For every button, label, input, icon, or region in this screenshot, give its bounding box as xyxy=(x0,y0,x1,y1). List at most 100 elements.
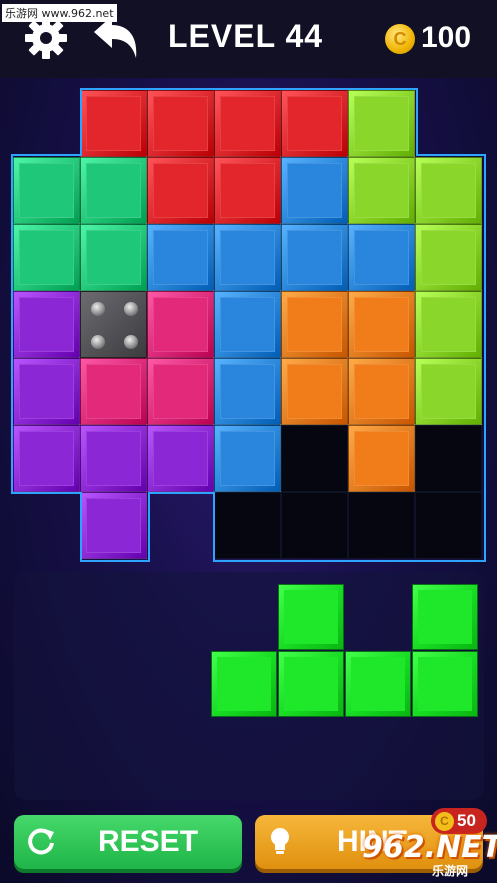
block-face xyxy=(220,431,275,486)
block-face xyxy=(19,364,74,419)
fixed-stud-block xyxy=(80,291,147,358)
block-cell[interactable] xyxy=(147,224,214,291)
board-outline xyxy=(484,154,486,562)
block-cell[interactable] xyxy=(80,224,147,291)
block-cell[interactable] xyxy=(415,291,482,358)
piece-block[interactable] xyxy=(345,651,411,717)
block-face xyxy=(19,297,74,352)
refresh-icon xyxy=(28,828,54,855)
piece-face xyxy=(351,657,405,711)
reset-button[interactable]: RESET xyxy=(14,815,242,869)
block-cell[interactable] xyxy=(348,90,415,157)
piece-block[interactable] xyxy=(278,584,344,650)
block-face xyxy=(220,163,275,218)
block-cell[interactable] xyxy=(214,157,281,224)
piece-block[interactable] xyxy=(211,651,277,717)
block-cell[interactable] xyxy=(281,157,348,224)
block-cell[interactable] xyxy=(80,425,147,492)
hint-cost: 50 xyxy=(457,811,476,830)
block-cell[interactable] xyxy=(415,157,482,224)
watermark-site: 乐游网 www.962.net xyxy=(2,4,117,22)
block-face xyxy=(153,297,208,352)
board-outline xyxy=(11,154,81,156)
block-cell[interactable] xyxy=(80,157,147,224)
board-outline xyxy=(416,88,418,155)
block-face xyxy=(86,498,141,553)
block-cell[interactable] xyxy=(13,224,80,291)
block-cell[interactable] xyxy=(415,224,482,291)
piece-block[interactable] xyxy=(412,651,478,717)
block-cell[interactable] xyxy=(281,291,348,358)
block-face xyxy=(86,364,141,419)
empty-slot[interactable] xyxy=(281,425,348,492)
block-cell[interactable] xyxy=(13,291,80,358)
block-cell[interactable] xyxy=(281,358,348,425)
block-face xyxy=(287,297,342,352)
block-cell[interactable] xyxy=(147,291,214,358)
block-face xyxy=(354,297,409,352)
block-cell[interactable] xyxy=(147,358,214,425)
block-cell[interactable] xyxy=(147,90,214,157)
block-face xyxy=(153,230,208,285)
block-cell[interactable] xyxy=(214,224,281,291)
block-cell[interactable] xyxy=(80,358,147,425)
board-outline xyxy=(148,492,150,562)
block-face xyxy=(287,96,342,151)
block-cell[interactable] xyxy=(214,291,281,358)
empty-slot[interactable] xyxy=(415,492,482,559)
block-cell[interactable] xyxy=(348,291,415,358)
block-face xyxy=(220,364,275,419)
empty-slot[interactable] xyxy=(281,492,348,559)
block-face xyxy=(19,163,74,218)
block-face xyxy=(220,96,275,151)
block-cell[interactable] xyxy=(13,425,80,492)
block-cell[interactable] xyxy=(281,90,348,157)
block-cell[interactable] xyxy=(13,358,80,425)
watermark-logo: 962.NET xyxy=(362,830,497,865)
block-cell[interactable] xyxy=(80,492,147,559)
piece-face xyxy=(418,590,472,644)
piece-block[interactable] xyxy=(278,651,344,717)
block-face xyxy=(153,364,208,419)
block-face xyxy=(354,96,409,151)
rivet-icon xyxy=(91,302,105,316)
empty-slot[interactable] xyxy=(214,492,281,559)
block-cell[interactable] xyxy=(147,425,214,492)
block-face xyxy=(421,163,476,218)
block-face xyxy=(421,297,476,352)
empty-slot[interactable] xyxy=(348,492,415,559)
block-cell[interactable] xyxy=(415,358,482,425)
block-cell[interactable] xyxy=(80,90,147,157)
block-cell[interactable] xyxy=(348,157,415,224)
block-face xyxy=(86,431,141,486)
block-cell[interactable] xyxy=(348,358,415,425)
block-cell[interactable] xyxy=(348,425,415,492)
board-outline xyxy=(213,560,486,562)
piece-block[interactable] xyxy=(412,584,478,650)
block-cell[interactable] xyxy=(147,157,214,224)
coin-icon: C xyxy=(435,811,454,831)
piece-face xyxy=(284,590,338,644)
block-face xyxy=(354,163,409,218)
block-face xyxy=(354,364,409,419)
piece-face xyxy=(284,657,338,711)
piece-face xyxy=(418,657,472,711)
block-cell[interactable] xyxy=(214,90,281,157)
block-face xyxy=(19,431,74,486)
empty-slot[interactable] xyxy=(415,425,482,492)
block-cell[interactable] xyxy=(214,425,281,492)
board-outline xyxy=(148,492,215,494)
puzzle-board[interactable] xyxy=(0,0,497,565)
block-face xyxy=(86,163,141,218)
watermark-logo-sub: 乐游网 xyxy=(432,864,469,878)
rivet-icon xyxy=(91,335,105,349)
block-face xyxy=(287,230,342,285)
block-cell[interactable] xyxy=(214,358,281,425)
block-face xyxy=(153,96,208,151)
board-outline xyxy=(80,560,150,562)
block-face xyxy=(421,230,476,285)
block-cell[interactable] xyxy=(13,157,80,224)
block-face xyxy=(19,230,74,285)
block-cell[interactable] xyxy=(281,224,348,291)
block-cell[interactable] xyxy=(348,224,415,291)
